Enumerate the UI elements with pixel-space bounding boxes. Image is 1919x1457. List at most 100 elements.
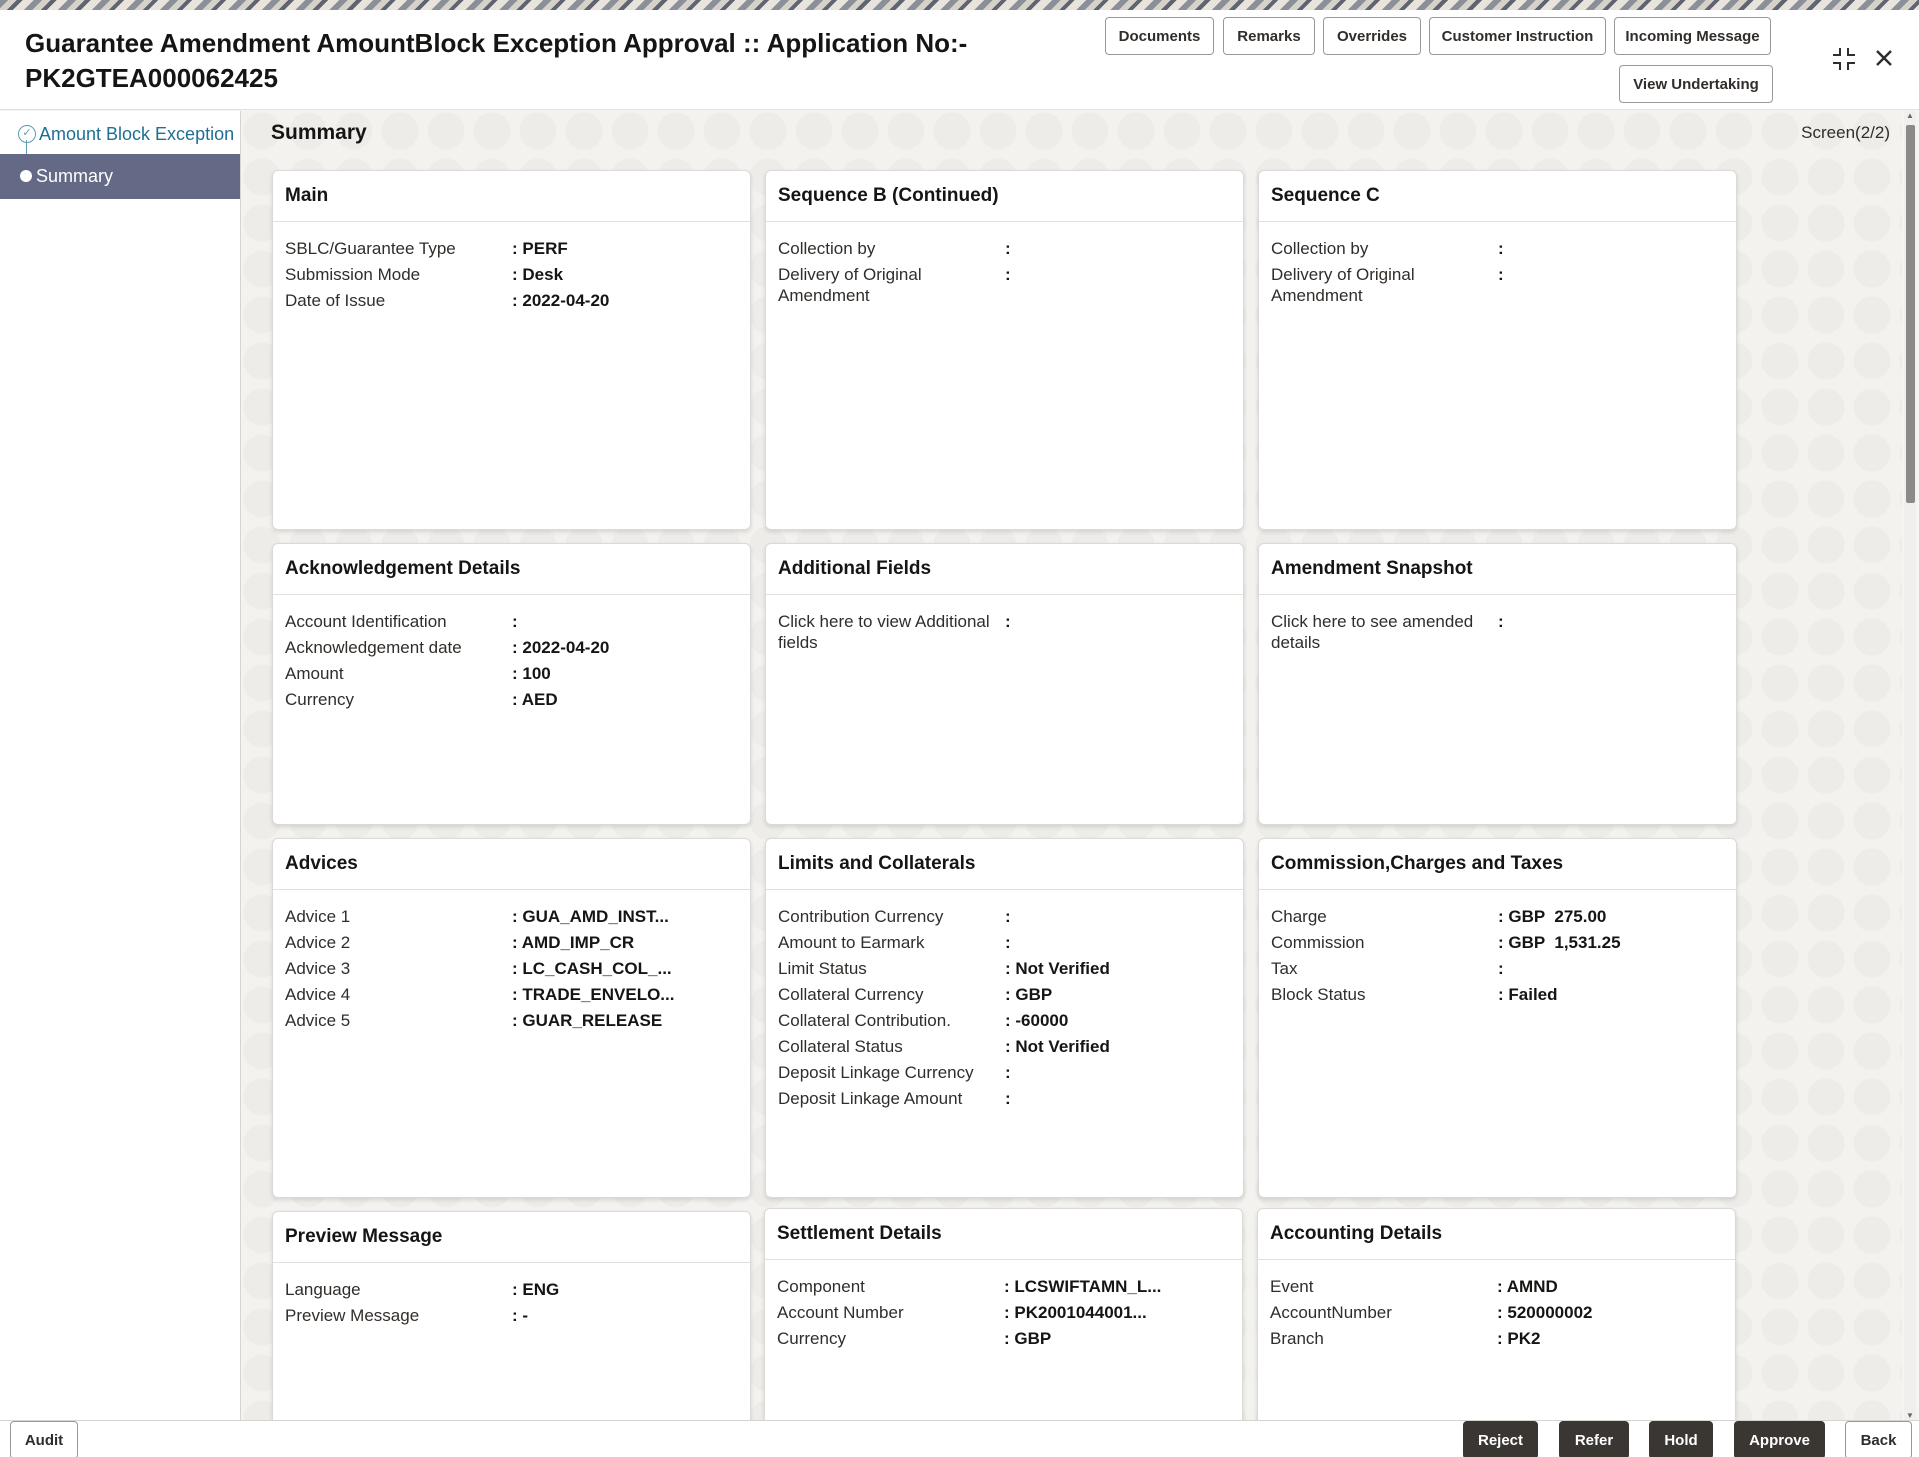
- main-content: Summary Screen(2/2) Main SBLC/Guarantee …: [242, 111, 1902, 1420]
- field-label: Charge: [1271, 907, 1327, 926]
- card-title: Main: [273, 171, 750, 222]
- field-row: Collection by: [778, 238, 1231, 259]
- field-value: Failed: [1498, 984, 1724, 1005]
- overrides-button[interactable]: Overrides: [1323, 17, 1421, 55]
- reject-button[interactable]: Reject: [1463, 1421, 1538, 1457]
- action-footer: Audit Reject Refer Hold Approve Back: [0, 1420, 1919, 1457]
- active-step-dot-icon: [20, 170, 32, 182]
- field-label: Date of Issue: [285, 291, 386, 310]
- field-row: Limit Status Not Verified: [778, 958, 1231, 979]
- close-icon[interactable]: [1872, 46, 1896, 76]
- field-row: Collection by: [1271, 238, 1724, 259]
- field-row: Currency GBP: [777, 1328, 1230, 1349]
- field-value: GUA_AMD_INST...: [512, 906, 738, 927]
- field-label: Advice 4: [285, 985, 351, 1004]
- sidebar-item-summary[interactable]: Summary: [0, 154, 240, 199]
- field-value: -60000: [1005, 1010, 1231, 1031]
- field-label: Advice 5: [285, 1011, 351, 1030]
- field-row: Advice 1 GUA_AMD_INST...: [285, 906, 738, 927]
- additional-fields-link[interactable]: Click here to view Additional fields: [778, 611, 1231, 653]
- field-row: Branch PK2: [1270, 1328, 1723, 1349]
- field-label: Component: [777, 1277, 865, 1296]
- field-label: Preview Message: [285, 1306, 420, 1325]
- collapse-icon[interactable]: [1831, 46, 1857, 78]
- sidebar-item-amount-block-exception[interactable]: ✓ Amount Block Exception: [0, 115, 240, 155]
- field-value: ENG: [512, 1279, 738, 1300]
- field-label: Acknowledgement date: [285, 638, 462, 657]
- card-title: Settlement Details: [765, 1209, 1242, 1260]
- field-value: TRADE_ENVELO...: [512, 984, 738, 1005]
- field-label: Language: [285, 1280, 361, 1299]
- scroll-down-arrow-icon[interactable]: ▼: [1906, 1411, 1914, 1420]
- card-title: Commission,Charges and Taxes: [1259, 839, 1736, 890]
- audit-button[interactable]: Audit: [10, 1421, 78, 1457]
- field-label: Collection by: [1271, 239, 1369, 258]
- field-label: Advice 3: [285, 959, 351, 978]
- card-title: Preview Message: [273, 1212, 750, 1263]
- card-title: Accounting Details: [1258, 1209, 1735, 1260]
- field-label: Deposit Linkage Currency: [778, 1063, 974, 1082]
- field-row: Advice 5 GUAR_RELEASE: [285, 1010, 738, 1031]
- field-label[interactable]: Click here to view Additional fields: [778, 611, 1005, 653]
- field-value: PK2001044001...: [1004, 1302, 1230, 1323]
- field-value: LCSWIFTAMN_L...: [1004, 1276, 1230, 1297]
- field-value: GBP: [1005, 984, 1231, 1005]
- field-value: 2022-04-20: [512, 637, 738, 658]
- field-label: Commission: [1271, 933, 1365, 952]
- field-value: [1005, 1088, 1231, 1109]
- top-banner-strip: [0, 0, 1919, 10]
- field-row: Collateral Status Not Verified: [778, 1036, 1231, 1057]
- field-value: Desk: [512, 264, 738, 285]
- field-value: [512, 611, 738, 632]
- scrollbar-thumb[interactable]: [1906, 125, 1915, 503]
- field-row: Tax: [1271, 958, 1724, 979]
- field-label: Branch: [1270, 1329, 1324, 1348]
- field-row: Submission Mode Desk: [285, 264, 738, 285]
- field-value: 520000002: [1497, 1302, 1723, 1323]
- field-value: [1005, 1062, 1231, 1083]
- field-row: Amount to Earmark: [778, 932, 1231, 953]
- approve-button[interactable]: Approve: [1734, 1421, 1825, 1457]
- field-value: PK2: [1497, 1328, 1723, 1349]
- field-label: Event: [1270, 1277, 1314, 1296]
- field-label: Currency: [285, 690, 354, 709]
- field-label: Contribution Currency: [778, 907, 944, 926]
- field-row: Amount 100: [285, 663, 738, 684]
- incoming-message-button[interactable]: Incoming Message: [1614, 17, 1771, 55]
- field-label: SBLC/Guarantee Type: [285, 239, 456, 258]
- field-row: Acknowledgement date 2022-04-20: [285, 637, 738, 658]
- field-row: Advice 4 TRADE_ENVELO...: [285, 984, 738, 1005]
- field-value: [1005, 611, 1231, 653]
- documents-button[interactable]: Documents: [1105, 17, 1214, 55]
- field-label: Block Status: [1271, 985, 1366, 1004]
- card-main: Main SBLC/Guarantee Type PERF Submission …: [272, 170, 751, 530]
- scroll-up-arrow-icon[interactable]: ▲: [1906, 111, 1914, 120]
- field-row: Currency AED: [285, 689, 738, 710]
- card-title: Sequence B (Continued): [766, 171, 1243, 222]
- back-button[interactable]: Back: [1845, 1421, 1912, 1457]
- card-acknowledgement-details: Acknowledgement Details Account Identifi…: [272, 543, 751, 825]
- card-additional-fields: Additional Fields Click here to view Add…: [765, 543, 1244, 825]
- field-value: AMD_IMP_CR: [512, 932, 738, 953]
- sidebar-nav: ✓ Amount Block Exception Summary: [0, 111, 241, 1420]
- refer-button[interactable]: Refer: [1559, 1421, 1629, 1457]
- view-undertaking-button[interactable]: View Undertaking: [1619, 65, 1773, 103]
- field-label: Account Number: [777, 1303, 904, 1322]
- remarks-button[interactable]: Remarks: [1223, 17, 1315, 55]
- field-label: Delivery of Original Amendment: [1271, 265, 1415, 305]
- field-label: Advice 1: [285, 907, 351, 926]
- field-value: [1498, 958, 1724, 979]
- field-row: Advice 3 LC_CASH_COL_...: [285, 958, 738, 979]
- field-label: Submission Mode: [285, 265, 421, 284]
- field-row: Delivery of Original Amendment: [778, 264, 1231, 306]
- vertical-scrollbar[interactable]: ▲ ▼: [1904, 111, 1916, 1420]
- field-row: SBLC/Guarantee Type PERF: [285, 238, 738, 259]
- field-label[interactable]: Click here to see amended details: [1271, 611, 1498, 653]
- amended-details-link[interactable]: Click here to see amended details: [1271, 611, 1724, 653]
- customer-instruction-button[interactable]: Customer Instruction: [1429, 17, 1606, 55]
- field-row: AccountNumber 520000002: [1270, 1302, 1723, 1323]
- field-row: Collateral Contribution. -60000: [778, 1010, 1231, 1031]
- hold-button[interactable]: Hold: [1649, 1421, 1713, 1457]
- field-value: [1005, 932, 1231, 953]
- field-label: Tax: [1271, 959, 1298, 978]
